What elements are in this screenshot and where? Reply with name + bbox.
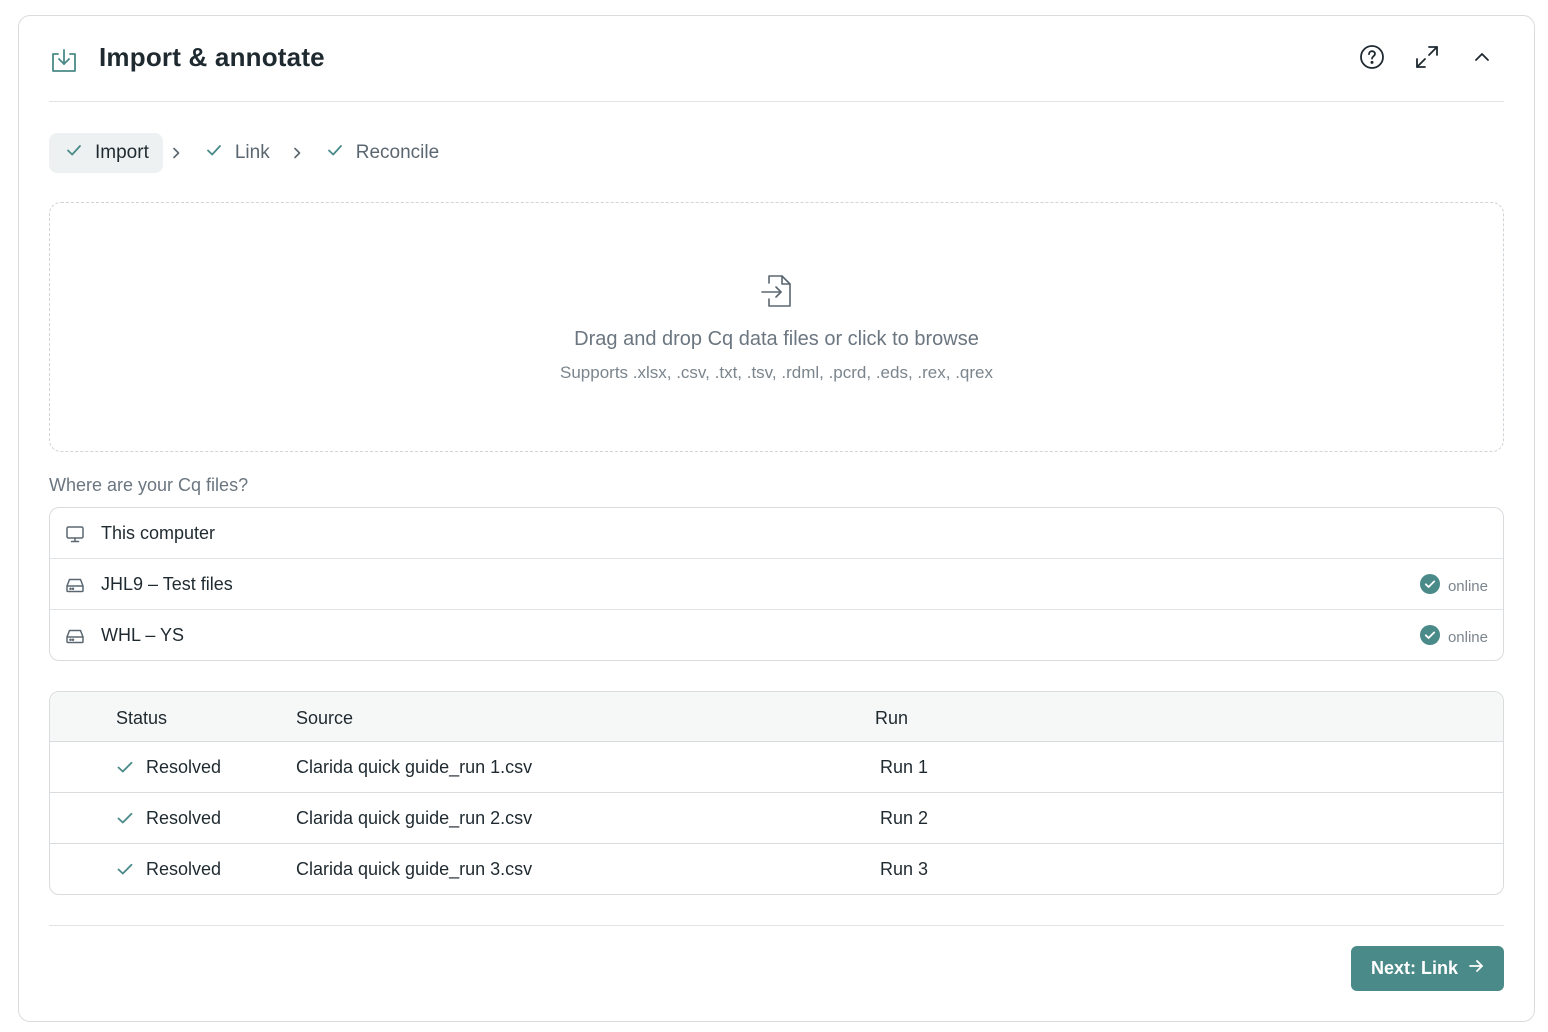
next-button-label: Next: Link <box>1370 958 1458 978</box>
table-header: Status Source Run <box>50 692 1503 742</box>
row-run: Run 1 <box>880 757 929 777</box>
arrow-right-icon <box>1458 958 1484 979</box>
panel-header: Import & annotate <box>49 16 1504 102</box>
location-jhl9[interactable]: JHL9 – Test files online <box>50 559 1503 610</box>
file-dropzone[interactable]: Drag and drop Cq data files or click to … <box>49 202 1504 452</box>
check-circle-icon <box>1419 625 1448 649</box>
check-icon <box>116 758 134 776</box>
chevron-up-icon <box>1471 46 1493 73</box>
drive-icon <box>65 626 85 646</box>
row-source: Clarida quick guide_run 3.csv <box>296 859 533 879</box>
check-icon <box>116 860 134 878</box>
step-label: Link <box>234 142 270 163</box>
location-whl[interactable]: WHL – YS online <box>50 610 1503 660</box>
step-label: Reconcile <box>355 142 440 163</box>
chevron-right-icon <box>163 146 189 160</box>
table-row[interactable]: Resolved Clarida quick guide_run 2.csv R… <box>50 793 1503 844</box>
import-tray-icon <box>49 46 79 76</box>
step-link[interactable]: Link <box>189 133 284 173</box>
step-import[interactable]: Import <box>49 133 163 173</box>
help-circle-icon <box>1359 44 1385 75</box>
status-text: online <box>1447 577 1488 595</box>
locations-list: This computer JHL9 – Test files online W… <box>49 507 1504 661</box>
row-status: Resolved <box>146 808 222 828</box>
row-status: Resolved <box>146 859 222 879</box>
online-status: online <box>1419 625 1488 649</box>
locations-label: Where are your Cq files? <box>49 475 249 495</box>
table-row[interactable]: Resolved Clarida quick guide_run 3.csv R… <box>50 844 1503 894</box>
location-this-computer[interactable]: This computer <box>50 508 1503 559</box>
runs-table: Status Source Run Resolved Clarida quick… <box>49 691 1504 895</box>
column-header-source: Source <box>296 708 354 728</box>
column-header-run: Run <box>875 708 909 728</box>
check-icon <box>205 141 235 165</box>
expand-icon <box>1414 44 1440 75</box>
location-name: This computer <box>101 523 216 543</box>
import-annotate-panel: Import & annotate Import Link Reconcile … <box>18 15 1535 1022</box>
location-name: WHL – YS <box>101 625 185 645</box>
row-source: Clarida quick guide_run 1.csv <box>296 757 533 777</box>
online-status: online <box>1419 574 1488 598</box>
footer-divider <box>49 925 1504 926</box>
row-status: Resolved <box>146 757 222 777</box>
next-link-button[interactable]: Next: Link <box>1351 946 1504 991</box>
row-run: Run 2 <box>880 808 929 828</box>
check-circle-icon <box>1419 574 1448 598</box>
step-label: Import <box>95 142 149 163</box>
row-run: Run 3 <box>880 859 929 879</box>
collapse-button[interactable] <box>1467 44 1497 74</box>
file-import-icon <box>757 271 797 311</box>
check-icon <box>65 141 95 165</box>
step-reconcile[interactable]: Reconcile <box>310 133 453 173</box>
check-icon <box>116 809 134 827</box>
chevron-right-icon <box>284 146 310 160</box>
row-source: Clarida quick guide_run 2.csv <box>296 808 533 828</box>
column-header-status: Status <box>116 708 168 728</box>
panel-title: Import & annotate <box>99 42 325 72</box>
drive-icon <box>65 575 85 595</box>
location-name: JHL9 – Test files <box>101 574 233 594</box>
dropzone-instructions: Drag and drop Cq data files or click to … <box>574 328 979 350</box>
monitor-icon <box>65 524 85 544</box>
supported-formats: Supports .xlsx, .csv, .txt, .tsv, .rdml,… <box>560 363 993 382</box>
stepper: Import Link Reconcile <box>49 133 453 173</box>
table-row[interactable]: Resolved Clarida quick guide_run 1.csv R… <box>50 742 1503 793</box>
check-icon <box>326 141 356 165</box>
status-text: online <box>1447 628 1488 646</box>
expand-button[interactable] <box>1412 44 1442 74</box>
help-button[interactable] <box>1357 44 1387 74</box>
